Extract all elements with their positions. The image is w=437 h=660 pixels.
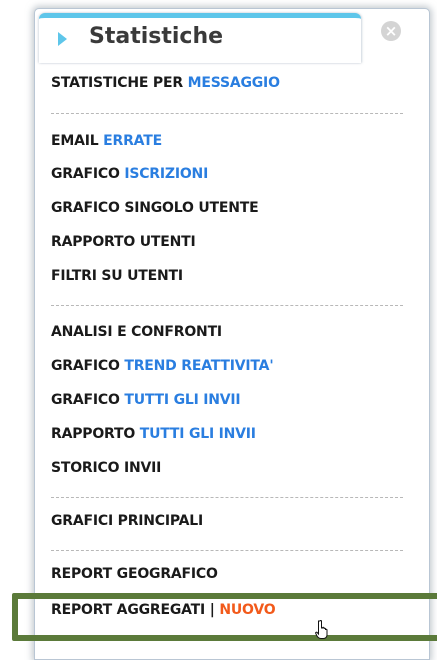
highlight-frame <box>12 593 437 641</box>
menu-item-label: GRAFICO <box>51 358 125 374</box>
menu-item-grafico-singolo-utente[interactable]: GRAFICO SINGOLO UTENTE <box>51 200 259 216</box>
menu-item-label: STORICO INVII <box>51 460 162 476</box>
menu-item-rapporto-tutti-gli-invii[interactable]: RAPPORTO TUTTI GLI INVII <box>51 426 256 442</box>
menu-item-label: RAPPORTO UTENTI <box>51 234 196 250</box>
menu-item-link: TUTTI GLI INVII <box>124 392 241 408</box>
menu-item-rapporto-utenti[interactable]: RAPPORTO UTENTI <box>51 234 196 250</box>
menu-item-report-geografico[interactable]: REPORT GEOGRAFICO <box>51 566 218 582</box>
close-icon[interactable]: × <box>381 21 401 41</box>
menu-item-grafico-trend-reattivita[interactable]: GRAFICO TREND REATTIVITA' <box>51 358 274 374</box>
separator <box>51 305 403 306</box>
menu-item-analisi-e-confronti[interactable]: ANALISI E CONFRONTI <box>51 324 222 340</box>
menu-item-grafico-tutti-gli-invii[interactable]: GRAFICO TUTTI GLI INVII <box>51 392 241 408</box>
separator <box>51 550 403 551</box>
menu-item-link: ISCRIZIONI <box>124 166 209 182</box>
menu-item-filtri-su-utenti[interactable]: FILTRI SU UTENTI <box>51 268 183 284</box>
panel-title: Statistiche <box>89 24 224 49</box>
menu-item-link: TUTTI GLI INVII <box>139 426 256 442</box>
separator <box>51 113 403 114</box>
menu-item-label: GRAFICO <box>51 392 125 408</box>
menu-item-label: STATISTICHE PER <box>51 75 188 91</box>
menu-item-label: FILTRI SU UTENTI <box>51 268 183 284</box>
menu-item-label: RAPPORTO <box>51 426 140 442</box>
menu-item-link: MESSAGGIO <box>187 75 280 91</box>
menu-item-link: TREND REATTIVITA' <box>124 358 274 374</box>
menu-item-grafici-principali[interactable]: GRAFICI PRINCIPALI <box>51 513 203 529</box>
menu-item-statistiche-per-messaggio[interactable]: STATISTICHE PER MESSAGGIO <box>51 75 280 91</box>
triangle-right-icon <box>58 32 67 46</box>
separator <box>51 497 403 498</box>
menu-item-email-errate[interactable]: EMAIL ERRATE <box>51 133 162 149</box>
menu-item-link: ERRATE <box>103 133 162 149</box>
menu-item-label: GRAFICO <box>51 166 125 182</box>
menu-item-storico-invii[interactable]: STORICO INVII <box>51 460 161 476</box>
hand-cursor-icon <box>315 620 328 639</box>
menu-item-label: GRAFICO SINGOLO UTENTE <box>51 200 259 216</box>
panel-header-tab: Statistiche <box>39 13 361 63</box>
menu-item-label: REPORT GEOGRAFICO <box>51 566 218 582</box>
menu-item-label: ANALISI E CONFRONTI <box>51 324 222 340</box>
menu-item-label: GRAFICI PRINCIPALI <box>51 513 204 529</box>
menu-item-label: EMAIL <box>51 133 104 149</box>
menu-item-grafico-iscrizioni[interactable]: GRAFICO ISCRIZIONI <box>51 166 208 182</box>
